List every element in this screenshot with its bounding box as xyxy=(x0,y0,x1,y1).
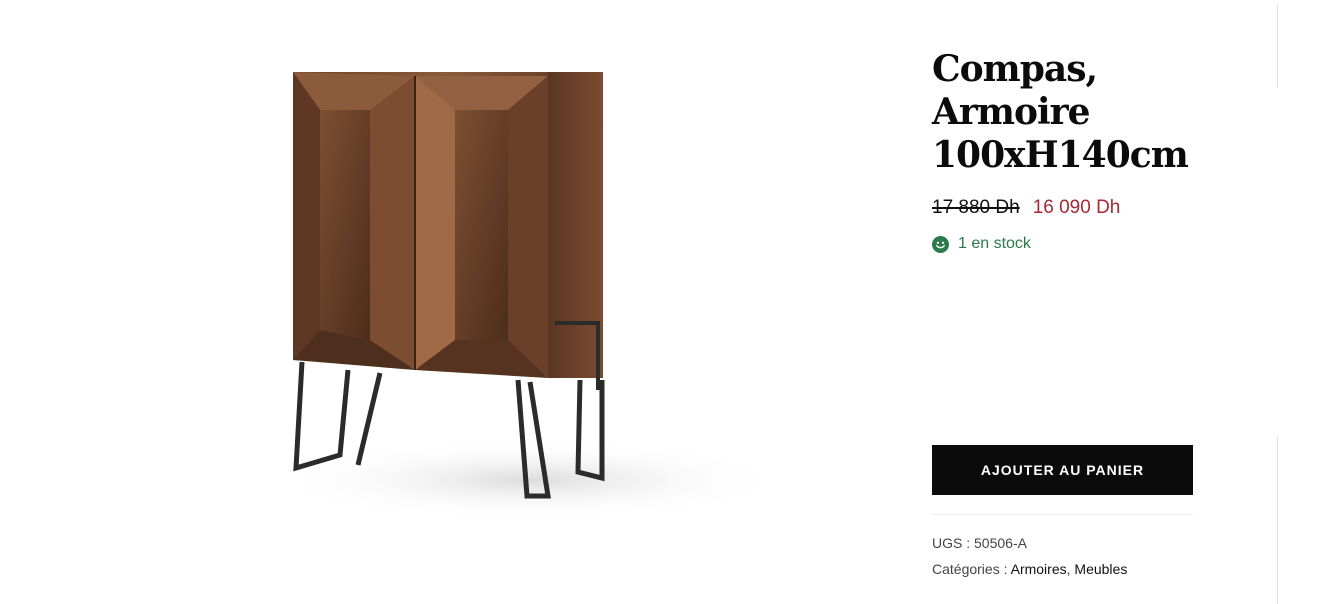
categories: Catégories : Armoires, Meubles xyxy=(932,560,1127,586)
side-divider xyxy=(1277,436,1278,604)
sku-value: 50506-A xyxy=(974,535,1027,551)
regular-price: 17 880 Dh xyxy=(932,197,1020,218)
product-summary: Compas, Armoire 100xH140cm 17 880 Dh 16 … xyxy=(932,48,1194,253)
price: 17 880 Dh 16 090 Dh xyxy=(932,197,1194,219)
smiley-icon xyxy=(932,235,949,253)
categories-label: Catégories : xyxy=(932,561,1008,577)
category-link-meubles[interactable]: Meubles xyxy=(1074,561,1127,577)
product-meta: UGS : 50506-A Catégories : Armoires, Meu… xyxy=(932,534,1127,586)
sku: UGS : 50506-A xyxy=(932,534,1127,560)
stock-text: 1 en stock xyxy=(958,235,1031,252)
sku-label: UGS : xyxy=(932,535,971,551)
stock-status: 1 en stock xyxy=(932,235,1194,253)
divider xyxy=(932,514,1193,515)
category-separator: , xyxy=(1066,561,1071,577)
product-gallery xyxy=(0,0,900,604)
product-title: Compas, Armoire 100xH140cm xyxy=(932,48,1189,176)
add-to-cart-button[interactable]: AJOUTER AU PANIER xyxy=(932,445,1193,495)
side-divider xyxy=(1277,4,1278,88)
product-image[interactable] xyxy=(230,40,830,550)
category-link-armoires[interactable]: Armoires xyxy=(1011,561,1067,577)
sale-price: 16 090 Dh xyxy=(1032,197,1121,218)
